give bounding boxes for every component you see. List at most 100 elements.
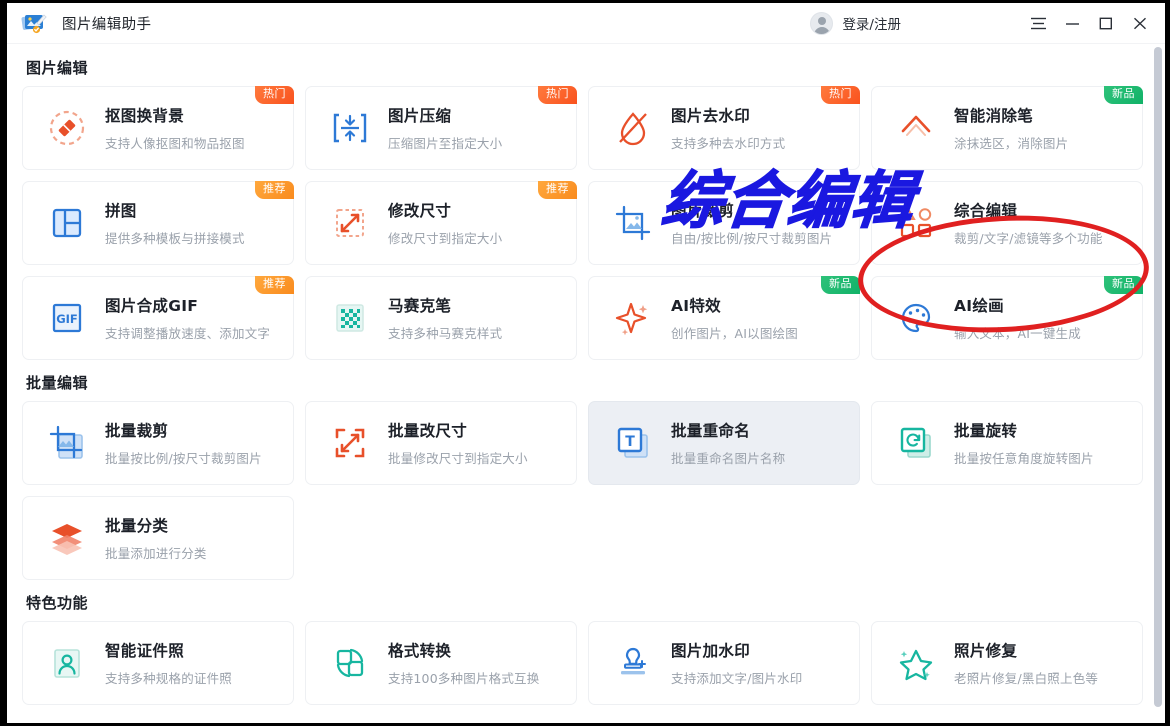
app-title: 图片编辑助手 xyxy=(62,16,152,33)
compress-icon xyxy=(328,106,372,150)
feature-card[interactable]: 拼图 提供多种模板与拼接模式 推荐 xyxy=(22,181,294,265)
id-photo-icon xyxy=(45,641,89,685)
feature-card[interactable]: 批量分类批量添加进行分类 xyxy=(22,496,294,580)
close-icon[interactable] xyxy=(1123,8,1157,38)
card-badge: 热门 xyxy=(255,86,294,104)
batch-classify-icon xyxy=(45,516,89,560)
card-description: 批量按任意角度旋转图片 xyxy=(954,451,1094,466)
collage-icon xyxy=(45,201,89,245)
feature-card[interactable]: 照片修复 老照片修复/黑白照上色等 xyxy=(871,621,1143,705)
sparkle-icon xyxy=(611,296,655,340)
card-badge: 新品 xyxy=(1104,86,1143,104)
window-controls xyxy=(1021,8,1157,38)
feature-card[interactable]: 批量改尺寸批量修改尺寸到指定大小 xyxy=(305,401,577,485)
card-title: 批量旋转 xyxy=(954,422,1018,440)
card-text: 拼图 提供多种模板与拼接模式 xyxy=(105,199,245,247)
card-description: 压缩图片至指定大小 xyxy=(388,136,503,151)
card-description: 批量重命名图片名称 xyxy=(671,451,786,466)
card-title: 图片压缩 xyxy=(388,107,452,125)
card-badge: 推荐 xyxy=(538,181,577,199)
card-grid: 智能证件照 支持多种规格的证件照 格式转换支持100多种图片格式互换 图片加水印支… xyxy=(22,621,1143,705)
card-title: 格式转换 xyxy=(388,642,452,660)
card-description: 支持多种去水印方式 xyxy=(671,136,786,151)
card-text: 马赛克笔 支持多种马赛克样式 xyxy=(388,294,502,342)
feature-card[interactable]: AI特效 创作图片，AI以图绘图 新品 xyxy=(588,276,860,360)
card-text: 图片加水印 支持添加文字/图片水印 xyxy=(671,639,802,687)
format-convert-icon xyxy=(328,641,372,685)
login-register-label[interactable]: 登录/注册 xyxy=(842,13,901,33)
feature-card[interactable]: 格式转换支持100多种图片格式互换 xyxy=(305,621,577,705)
maximize-icon[interactable] xyxy=(1089,8,1123,38)
sections-root: 图片编辑 抠图换背景 支持人像抠图和物品抠图 热门 图片压缩 压缩图片至指定大小 热门 … xyxy=(22,57,1143,705)
card-text: 格式转换支持100多种图片格式互换 xyxy=(388,639,539,687)
feature-card[interactable]: 智能证件照 支持多种规格的证件照 xyxy=(22,621,294,705)
photo-restore-icon xyxy=(894,641,938,685)
card-text: 批量裁剪 批量按比例/按尺寸裁剪图片 xyxy=(105,419,262,467)
card-badge: 推荐 xyxy=(255,181,294,199)
card-description: 涂抹选区，消除图片 xyxy=(954,136,1069,151)
feature-card[interactable]: 图片加水印 支持添加文字/图片水印 xyxy=(588,621,860,705)
section-2: 批量编辑 批量裁剪 批量按比例/按尺寸裁剪图片 批量改尺寸批量修改尺寸到指定大小 … xyxy=(22,372,1143,580)
app-window: 图片编辑助手 登录/注册 图片编辑 抠图换背景 支持人像抠图和物品抠图 热门 图… xyxy=(7,3,1165,723)
card-text: 图片压缩压缩图片至指定大小 xyxy=(388,104,502,152)
card-text: 图片合成GIF 支持调整播放速度、添加文字 xyxy=(105,294,270,342)
feature-card[interactable]: 批量裁剪 批量按比例/按尺寸裁剪图片 xyxy=(22,401,294,485)
card-description: 支持100多种图片格式互换 xyxy=(388,671,540,686)
card-title: 修改尺寸 xyxy=(388,202,452,220)
card-title: 拼图 xyxy=(105,202,137,220)
add-watermark-icon xyxy=(611,641,655,685)
feature-card[interactable]: 修改尺寸修改尺寸到指定大小 推荐 xyxy=(305,181,577,265)
avatar-icon[interactable] xyxy=(810,11,834,35)
card-text: 批量旋转批量按任意角度旋转图片 xyxy=(954,419,1094,467)
feature-card[interactable]: 批量旋转批量按任意角度旋转图片 xyxy=(871,401,1143,485)
section-title: 图片编辑 xyxy=(26,59,89,77)
mosaic-icon xyxy=(328,296,372,340)
scrollbar-thumb[interactable] xyxy=(1154,47,1162,707)
cutout-pen-icon xyxy=(45,106,89,150)
card-title: 智能消除笔 xyxy=(954,107,1034,125)
overlay-annotation-text: 综合编辑 xyxy=(657,163,918,238)
card-description: 批量修改尺寸到指定大小 xyxy=(388,451,528,466)
feature-card[interactable]: 抠图换背景 支持人像抠图和物品抠图 热门 xyxy=(22,86,294,170)
feature-card[interactable]: 智能消除笔涂抹选区，消除图片 新品 xyxy=(871,86,1143,170)
crop-icon xyxy=(611,201,655,245)
vertical-scrollbar[interactable] xyxy=(1154,47,1162,719)
minimize-icon[interactable] xyxy=(1055,8,1089,38)
hamburger-menu-icon[interactable] xyxy=(1021,8,1055,38)
account-area[interactable]: 登录/注册 xyxy=(810,11,901,35)
card-text: 批量改尺寸批量修改尺寸到指定大小 xyxy=(388,419,528,467)
card-text: 智能消除笔涂抹选区，消除图片 xyxy=(954,104,1068,152)
card-title: 照片修复 xyxy=(954,642,1018,660)
feature-card[interactable]: 图片压缩压缩图片至指定大小 热门 xyxy=(305,86,577,170)
card-title: 批量分类 xyxy=(105,517,169,535)
card-description: 创作图片，AI以图绘图 xyxy=(671,326,798,341)
section-3: 特色功能 智能证件照 支持多种规格的证件照 格式转换支持100多种图片格式互换 图… xyxy=(22,592,1143,705)
card-title: 图片合成GIF xyxy=(105,297,199,315)
batch-crop-icon xyxy=(45,421,89,465)
card-title: 图片加水印 xyxy=(671,642,751,660)
card-description: 批量添加进行分类 xyxy=(105,546,207,561)
feature-card[interactable]: 马赛克笔 支持多种马赛克样式 xyxy=(305,276,577,360)
batch-rotate-icon xyxy=(894,421,938,465)
feature-card[interactable]: 图片去水印支持多种去水印方式 热门 xyxy=(588,86,860,170)
card-text: 智能证件照 支持多种规格的证件照 xyxy=(105,639,232,687)
card-badge: 热门 xyxy=(821,86,860,104)
card-badge: 新品 xyxy=(821,276,860,294)
card-title: 图片去水印 xyxy=(671,107,751,125)
batch-rename-icon: T xyxy=(611,421,655,465)
card-description: 支持调整播放速度、添加文字 xyxy=(105,326,271,341)
card-text: 批量分类批量添加进行分类 xyxy=(105,514,207,562)
section-title: 批量编辑 xyxy=(26,374,89,392)
section-title: 特色功能 xyxy=(26,594,89,612)
card-grid: 批量裁剪 批量按比例/按尺寸裁剪图片 批量改尺寸批量修改尺寸到指定大小 T 批量重… xyxy=(22,401,1143,580)
feature-card[interactable]: GIF 图片合成GIF 支持调整播放速度、添加文字 推荐 xyxy=(22,276,294,360)
card-title: 批量裁剪 xyxy=(105,422,169,440)
card-description: 支持多种马赛克样式 xyxy=(388,326,503,341)
batch-resize-icon xyxy=(328,421,372,465)
card-description: 修改尺寸到指定大小 xyxy=(388,231,503,246)
card-badge: 热门 xyxy=(538,86,577,104)
card-badge: 推荐 xyxy=(255,276,294,294)
svg-text:GIF: GIF xyxy=(56,312,78,326)
card-title: 批量改尺寸 xyxy=(388,422,468,440)
feature-card[interactable]: T 批量重命名 批量重命名图片名称 xyxy=(588,401,860,485)
